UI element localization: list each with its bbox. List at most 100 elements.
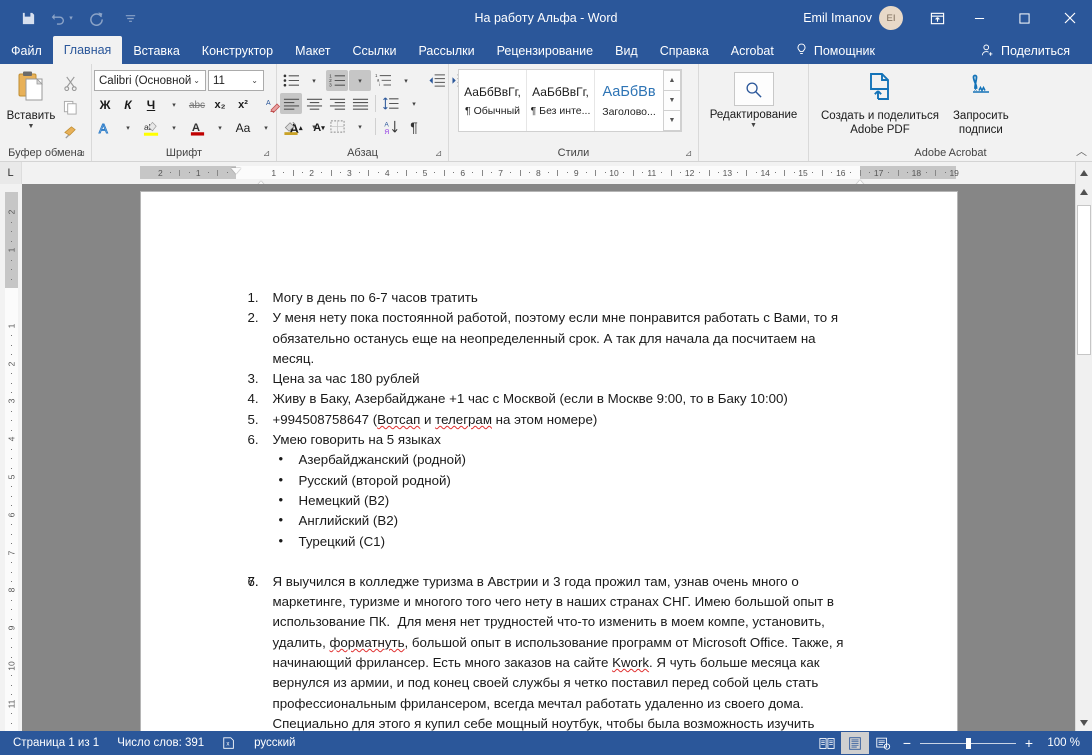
italic-button[interactable]: К <box>117 94 139 116</box>
tab-layout[interactable]: Макет <box>284 38 341 64</box>
list-item[interactable]: Английский (B2) <box>237 511 861 531</box>
list-item[interactable]: Цена за час 180 рублей <box>237 369 861 389</box>
subscript-button[interactable]: x₂ <box>209 94 231 116</box>
customize-qat-icon[interactable] <box>116 5 144 31</box>
word-count-status[interactable]: Число слов: 391 <box>108 732 213 754</box>
bold-button[interactable]: Ж <box>94 94 116 116</box>
ruler-scroll-up-icon[interactable] <box>1075 162 1092 184</box>
tab-review[interactable]: Рецензирование <box>486 38 605 64</box>
tab-file[interactable]: Файл <box>0 38 53 64</box>
highlight-color-icon[interactable]: ab <box>140 117 162 139</box>
first-line-indent-marker[interactable] <box>231 168 241 174</box>
tab-design[interactable]: Конструктор <box>191 38 284 64</box>
vertical-ruler[interactable]: 211234567891011 <box>0 184 22 731</box>
avatar[interactable]: EI <box>879 6 903 30</box>
tab-references[interactable]: Ссылки <box>341 38 407 64</box>
font-name-combo[interactable]: Calibri (Основной ⌄ <box>94 70 206 91</box>
scroll-up-icon[interactable] <box>1076 184 1092 201</box>
scroll-down-icon[interactable] <box>1076 714 1092 731</box>
tab-acrobat[interactable]: Acrobat <box>720 38 785 64</box>
line-spacing-caret-icon[interactable]: ▾ <box>403 93 425 114</box>
font-dialog-launcher[interactable]: ⊿ <box>261 148 272 159</box>
paragraph-dialog-launcher[interactable]: ⊿ <box>433 148 444 159</box>
underline-button[interactable]: Ч <box>140 94 162 116</box>
save-icon[interactable] <box>14 5 42 31</box>
cut-icon[interactable] <box>57 72 83 94</box>
zoom-in-button[interactable]: + <box>1023 737 1035 749</box>
styles-more-icon[interactable]: ▼ <box>663 111 681 131</box>
bullets-button[interactable] <box>280 70 302 91</box>
numbering-button[interactable]: 123 <box>326 70 348 91</box>
style-item-heading1[interactable]: АаБбВв Заголово... <box>595 70 663 131</box>
maximize-button[interactable] <box>1002 0 1047 36</box>
styles-scroll-up-icon[interactable]: ▲ <box>663 70 681 91</box>
align-center-button[interactable] <box>303 93 325 114</box>
paste-caret-icon[interactable]: ▼ <box>28 123 35 130</box>
decrease-indent-button[interactable] <box>425 70 447 91</box>
zoom-slider-thumb[interactable] <box>966 738 971 749</box>
multilevel-list-button[interactable]: 1ai <box>372 70 394 91</box>
tell-me-box[interactable]: Помощник <box>785 38 885 64</box>
numbering-caret-icon[interactable]: ▾ <box>349 70 371 91</box>
collapse-ribbon-icon[interactable]: ︿ <box>1076 143 1087 159</box>
read-mode-icon[interactable] <box>813 732 841 754</box>
change-case-caret-icon[interactable]: ▾ <box>255 117 277 139</box>
font-color-icon[interactable]: A <box>186 117 208 139</box>
shading-caret-icon[interactable]: ▾ <box>303 116 325 137</box>
style-item-normal[interactable]: АаБбВвГг, ¶ Обычный <box>459 70 527 131</box>
align-right-button[interactable] <box>326 93 348 114</box>
tab-insert[interactable]: Вставка <box>122 38 190 64</box>
minimize-button[interactable] <box>957 0 1002 36</box>
list-item[interactable]: +994508758647 (Вотсап и телеграм на этом… <box>237 410 861 430</box>
clipboard-dialog-launcher[interactable]: ⊿ <box>76 148 87 159</box>
tab-view[interactable]: Вид <box>604 38 649 64</box>
styles-scroll-down-icon[interactable]: ▼ <box>663 91 681 111</box>
scrollbar-track[interactable] <box>1076 201 1092 714</box>
align-left-button[interactable] <box>280 93 302 114</box>
bullets-caret-icon[interactable]: ▾ <box>303 70 325 91</box>
borders-button[interactable] <box>326 116 348 137</box>
undo-icon[interactable]: ▾ <box>48 5 76 31</box>
format-painter-icon[interactable] <box>57 120 83 142</box>
share-button[interactable]: Поделиться <box>971 38 1080 64</box>
tab-stop-selector[interactable]: L <box>0 162 22 184</box>
create-share-pdf-button[interactable]: Создать и поделиться Adobe PDF <box>815 70 945 137</box>
change-case-button[interactable]: Aa <box>232 117 254 139</box>
copy-icon[interactable] <box>57 96 83 118</box>
redo-icon[interactable] <box>82 5 110 31</box>
zoom-level-label[interactable]: 100 % <box>1042 737 1080 749</box>
show-formatting-marks-button[interactable]: ¶ <box>403 116 425 137</box>
list-item[interactable]: Турецкий (C1) <box>237 532 861 552</box>
language-status[interactable]: русский <box>245 732 304 754</box>
highlight-caret-icon[interactable]: ▾ <box>163 117 185 139</box>
style-item-no-spacing[interactable]: АаБбВвГг, ¶ Без инте... <box>527 70 595 131</box>
justify-button[interactable] <box>349 93 371 114</box>
styles-dialog-launcher[interactable]: ⊿ <box>683 148 694 159</box>
tab-mailings[interactable]: Рассылки <box>407 38 485 64</box>
close-button[interactable] <box>1047 0 1092 36</box>
font-size-combo[interactable]: 11 ⌄ <box>208 70 264 91</box>
tab-home[interactable]: Главная <box>53 36 123 64</box>
zoom-out-button[interactable]: − <box>901 737 913 749</box>
list-item[interactable]: Могу в день по 6-7 часов тратить <box>237 288 861 308</box>
zoom-slider[interactable] <box>920 743 1016 744</box>
text-effects-caret-icon[interactable]: ▾ <box>117 117 139 139</box>
list-item[interactable]: У меня нету пока постоянной работой, поэ… <box>237 308 861 369</box>
list-item[interactable]: Азербайджанский (родной) <box>237 450 861 470</box>
strikethrough-button[interactable]: abc <box>186 94 208 116</box>
multilevel-caret-icon[interactable]: ▾ <box>395 70 417 91</box>
borders-caret-icon[interactable]: ▾ <box>349 116 371 137</box>
tab-help[interactable]: Справка <box>649 38 720 64</box>
superscript-button[interactable]: x² <box>232 94 254 116</box>
font-color-caret-icon[interactable]: ▾ <box>209 117 231 139</box>
list-item-7[interactable]: 7.Я выучился в колледже туризма в Австри… <box>237 572 861 731</box>
proofing-status-icon[interactable]: x <box>213 732 245 754</box>
sort-button[interactable]: AЯ <box>380 116 402 137</box>
editing-button[interactable]: Редактирование ▼ <box>704 68 803 144</box>
web-layout-icon[interactable] <box>869 732 897 754</box>
ribbon-display-options-icon[interactable] <box>917 0 957 36</box>
vertical-scrollbar[interactable] <box>1075 184 1092 731</box>
list-item[interactable]: Немецкий (B2) <box>237 491 861 511</box>
list-item[interactable]: Умею говорить на 5 языках <box>237 430 861 450</box>
request-signatures-button[interactable]: x Запросить подписи <box>947 70 1015 137</box>
